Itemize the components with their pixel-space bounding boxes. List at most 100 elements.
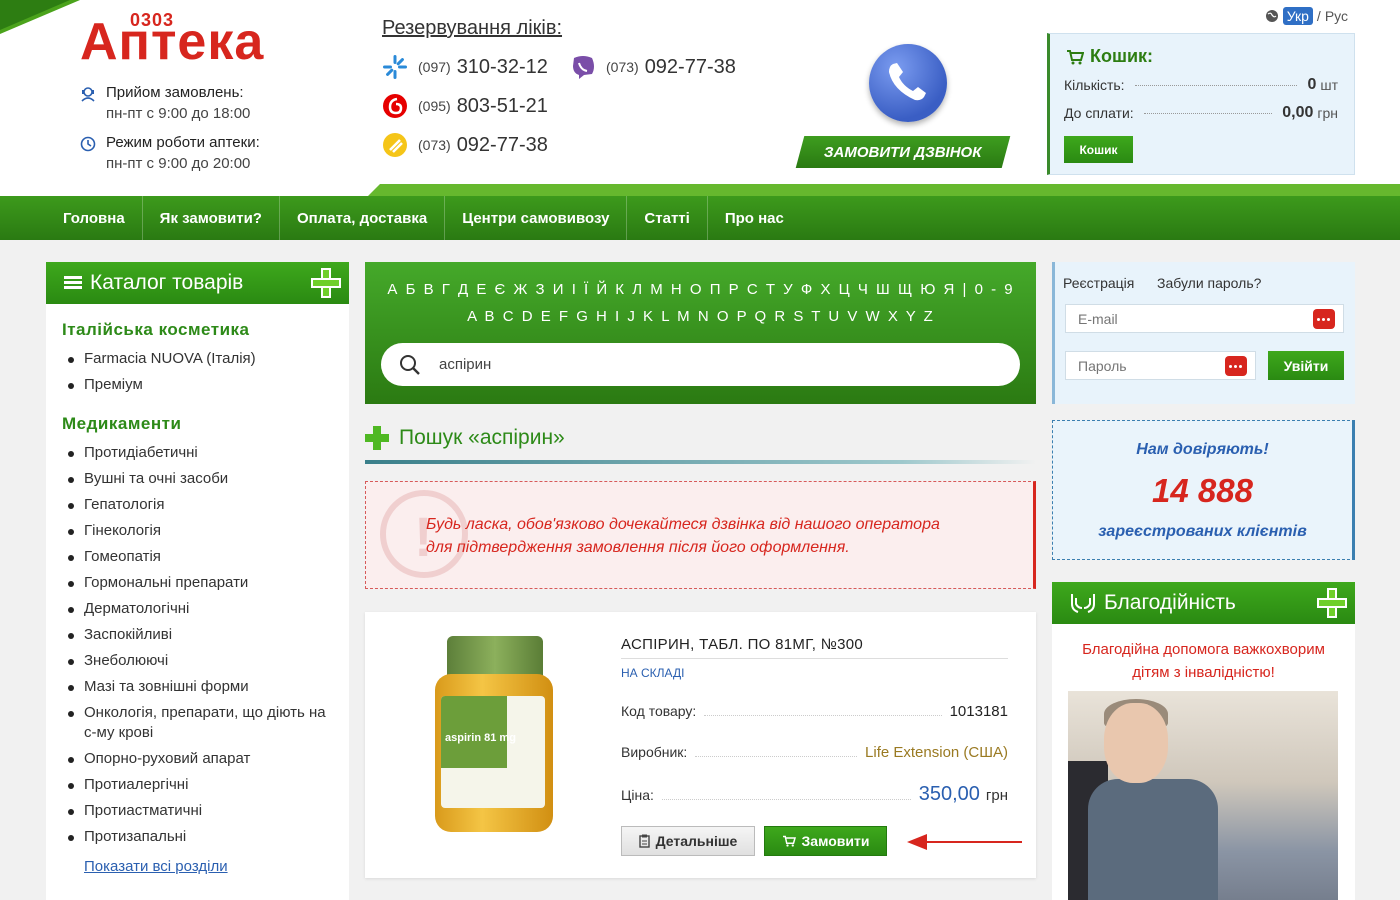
vodafone-icon — [383, 94, 407, 118]
product-card: aspirin 81 mg АСПІРИН, ТАБЛ. ПО 81МГ, №3… — [365, 612, 1036, 878]
category-item[interactable]: Знеболюючі — [66, 651, 336, 671]
phone-vodafone[interactable]: (095) 803-51-21 — [382, 93, 548, 119]
nav-home[interactable]: Головна — [46, 196, 143, 240]
email-input[interactable] — [1066, 310, 1343, 327]
category-item[interactable]: Протизапальні — [66, 827, 336, 847]
product-title[interactable]: АСПІРИН, ТАБЛ. ПО 81МГ, №300 — [621, 636, 863, 653]
title-underline — [365, 460, 1036, 464]
catalog-sidebar: Каталог товарів Італійська косметика Far… — [46, 262, 349, 900]
category-item[interactable]: Гепатологія — [66, 495, 336, 515]
lifecell-icon — [383, 133, 407, 157]
password-field[interactable] — [1065, 351, 1256, 380]
warning-text: Будь ласка, обов'язково дочекайтеся дзві… — [426, 513, 940, 559]
cart-qty-label: Кількість: — [1064, 77, 1125, 93]
main-nav: Головна Як замовити? Оплата, доставка Це… — [0, 196, 1400, 240]
charity-header: Благодійність — [1052, 582, 1355, 624]
nav-payment-delivery[interactable]: Оплата, доставка — [280, 196, 446, 240]
forgot-password-link[interactable]: Забули пароль? — [1157, 275, 1261, 291]
nav-articles[interactable]: Статті — [627, 196, 708, 240]
show-all-link[interactable]: Показати всі розділи — [84, 858, 228, 875]
password-manager-icon[interactable] — [1225, 356, 1247, 376]
product-image-label: aspirin 81 mg — [445, 732, 516, 744]
phone-handset-icon — [889, 63, 926, 101]
category-item[interactable]: Мазі та зовнішні форми — [66, 677, 336, 697]
nav-pickup-centers[interactable]: Центри самовивозу — [445, 196, 628, 240]
charity-line-1: Благодійна допомога важкохворим — [1082, 641, 1325, 658]
cart-widget: Кошик: Кількість: 0 шт До сплати: 0,00 г… — [1047, 33, 1355, 175]
category-item[interactable]: Преміум — [66, 375, 336, 395]
category-heading[interactable]: Медикаменти — [62, 414, 181, 434]
logo-text: Аптека — [80, 13, 265, 71]
order-button[interactable]: Замовити — [764, 826, 887, 856]
trust-widget: Нам довіряють! 14 888 зареєстрованих клі… — [1052, 420, 1355, 560]
search-field[interactable] — [381, 343, 1020, 386]
order-call-button[interactable]: ЗАМОВИТИ ДЗВІНОК — [795, 136, 1011, 168]
search-result-title: Пошук «аспірин» — [399, 426, 565, 449]
category-item[interactable]: Протиалергічні — [66, 775, 336, 795]
cart-button[interactable]: Кошик — [1064, 136, 1133, 163]
lang-rus[interactable]: Рус — [1325, 8, 1348, 24]
category-list: Farmacia NUOVA (Італія) Преміум — [66, 349, 336, 401]
phone-viber[interactable]: (073) 092-77-38 — [570, 54, 736, 80]
search-icon[interactable] — [399, 354, 421, 376]
warning-line-1: Будь ласка, обов'язково дочекайтеся дзві… — [426, 516, 940, 533]
password-manager-icon[interactable] — [1313, 309, 1335, 329]
charity-photo[interactable] — [1068, 691, 1338, 900]
category-item[interactable]: Гомеопатія — [66, 547, 336, 567]
site-logo[interactable]: 0303 Аптека — [80, 10, 300, 70]
cart-sum-value: 0,00 — [1282, 104, 1314, 121]
category-item[interactable]: Дерматологічні — [66, 599, 336, 619]
charity-text[interactable]: Благодійна допомога важкохворим дітям з … — [1052, 638, 1355, 684]
cart-icon — [1067, 49, 1084, 64]
alphabet-en[interactable]: A B C D E F G H I J K L M N O P Q R S T … — [365, 308, 1036, 325]
email-field[interactable] — [1065, 304, 1344, 333]
pointer-arrow-line — [925, 841, 1022, 843]
pointer-arrow-icon — [907, 834, 927, 850]
category-item[interactable]: Заспокійливі — [66, 625, 336, 645]
warning-line-2: для підтвердження замовлення після його … — [426, 539, 850, 556]
search-result-heading: Пошук «аспірин» — [365, 426, 565, 450]
header-stripe-edge — [368, 184, 380, 196]
category-heading[interactable]: Італійська косметика — [62, 320, 250, 340]
login-button[interactable]: Увійти — [1268, 351, 1344, 380]
alphabet-ua[interactable]: А Б В Г Д Е Є Ж З И І Ї Й К Л М Н О П Р … — [365, 281, 1036, 298]
category-item[interactable]: Опорно-руховий апарат — [66, 749, 336, 769]
category-item[interactable]: Протидіабетичні — [66, 443, 336, 463]
product-price-row: Ціна: 350,00 грн — [621, 783, 1008, 806]
globe-icon — [1265, 10, 1278, 22]
cart-total: До сплати: 0,00 грн — [1064, 104, 1338, 122]
product-price-value: 350,00 — [918, 783, 980, 805]
product-maker-value[interactable]: Life Extension (США) — [865, 744, 1008, 761]
category-item[interactable]: Farmacia NUOVA (Італія) — [66, 349, 336, 369]
nav-how-to-order[interactable]: Як замовити? — [143, 196, 280, 240]
call-icon-button[interactable] — [869, 44, 947, 122]
stock-status: НА СКЛАДІ — [621, 666, 685, 680]
search-panel: А Б В Г Д Е Є Ж З И І Ї Й К Л М Н О П Р … — [365, 262, 1036, 404]
product-image[interactable]: aspirin 81 mg — [425, 634, 565, 834]
helping-hands-icon — [1071, 594, 1095, 613]
details-button[interactable]: Детальніше — [621, 826, 755, 856]
category-list: Протидіабетичні Вушні та очні засоби Геп… — [66, 443, 336, 853]
client-count: 14 888 — [1152, 472, 1253, 509]
phone-number: 310-32-12 — [456, 55, 548, 78]
register-link[interactable]: Реєстрація — [1063, 275, 1134, 291]
category-item[interactable]: Онкологія, препарати, що діють на с-му к… — [66, 703, 336, 743]
nav-about[interactable]: Про нас — [708, 196, 801, 240]
phone-kyivstar[interactable]: (097) 310-32-12 — [382, 54, 548, 80]
category-item[interactable]: Гінекологія — [66, 521, 336, 541]
search-input[interactable] — [439, 356, 999, 373]
viber-icon — [573, 56, 594, 79]
clipboard-icon — [638, 834, 650, 848]
lang-ukr[interactable]: Укр — [1282, 7, 1313, 25]
category-item[interactable]: Гормональні препарати — [66, 573, 336, 593]
phone-number: 803-51-21 — [456, 94, 548, 117]
category-item[interactable]: Протиастматичні — [66, 801, 336, 821]
phone-number: 092-77-38 — [456, 133, 548, 156]
phone-number: 092-77-38 — [644, 55, 736, 78]
cart-quantity: Кількість: 0 шт — [1064, 76, 1338, 94]
pharmacy-cross-icon — [1315, 586, 1349, 620]
phone-code: (095) — [418, 98, 451, 114]
phone-lifecell[interactable]: (073) 092-77-38 — [382, 132, 548, 158]
category-item[interactable]: Вушні та очні засоби — [66, 469, 336, 489]
cart-title-text: Кошик: — [1090, 46, 1154, 66]
